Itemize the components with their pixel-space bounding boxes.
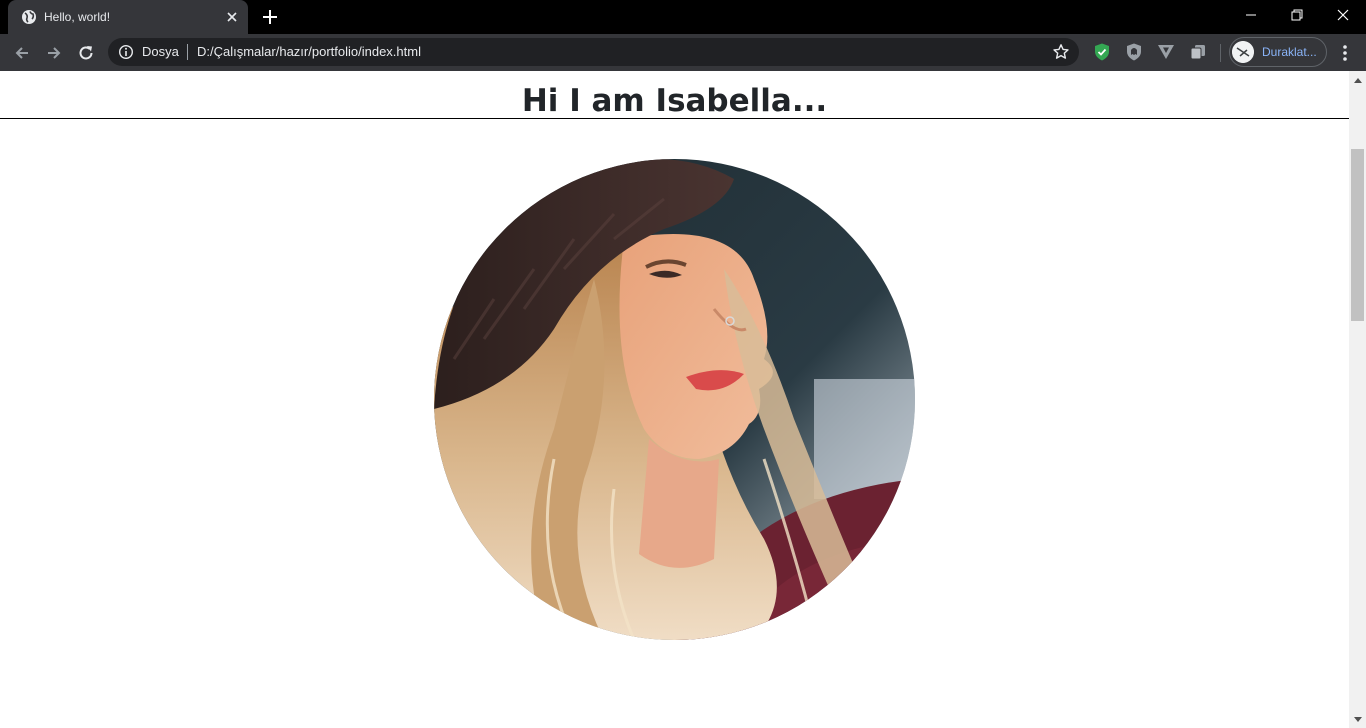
minimize-icon	[1246, 14, 1256, 16]
star-icon[interactable]	[1052, 43, 1070, 61]
scroll-down-button[interactable]	[1349, 711, 1366, 728]
avatar-icon	[1232, 41, 1254, 63]
shield-extension-icon[interactable]	[1092, 42, 1112, 62]
scroll-thumb[interactable]	[1351, 149, 1364, 321]
back-arrow-icon	[15, 47, 28, 59]
plus-icon[interactable]	[260, 7, 280, 27]
url-text[interactable]: D:/Çalışmalar/hazır/portfolio/index.html	[197, 44, 421, 60]
forward-button[interactable]	[42, 41, 66, 65]
restore-icon	[1291, 9, 1303, 21]
minimize-button[interactable]	[1228, 0, 1274, 30]
toolbar-divider	[1220, 44, 1221, 62]
heading-divider	[0, 118, 1349, 119]
site-info-label[interactable]: Dosya	[142, 44, 179, 60]
close-icon	[1337, 9, 1349, 21]
profile-label: Duraklat...	[1262, 45, 1317, 59]
page-heading: Hi I am Isabella...	[521, 83, 828, 119]
active-tab[interactable]: Hello, world!	[8, 0, 248, 34]
vertical-scrollbar[interactable]	[1349, 71, 1366, 728]
kebab-menu-icon[interactable]	[1335, 42, 1355, 64]
scroll-down-arrow-icon	[1353, 716, 1362, 722]
close-icon[interactable]	[224, 9, 240, 25]
globe-icon	[22, 10, 36, 24]
tab-title: Hello, world!	[44, 10, 111, 24]
close-window-button[interactable]	[1320, 0, 1366, 30]
forward-arrow-icon	[48, 47, 61, 59]
scroll-up-arrow-icon	[1353, 77, 1362, 83]
page-viewport: Hi I am Isabella...	[0, 71, 1366, 728]
chip-divider	[187, 44, 188, 60]
scroll-up-button[interactable]	[1349, 71, 1366, 88]
v-extension-icon[interactable]	[1156, 42, 1176, 62]
browser-toolbar: Dosya D:/Çalışmalar/hazır/portfolio/inde…	[0, 34, 1366, 71]
back-button[interactable]	[10, 41, 34, 65]
info-icon[interactable]	[118, 44, 134, 60]
reload-button[interactable]	[74, 41, 98, 65]
profile-button[interactable]: Duraklat...	[1229, 37, 1327, 67]
reload-icon	[79, 46, 93, 60]
address-bar[interactable]: Dosya D:/Çalışmalar/hazır/portfolio/inde…	[108, 38, 1079, 66]
tab-strip: Hello, world!	[0, 0, 1366, 34]
restore-button[interactable]	[1274, 0, 1320, 30]
copy-extension-icon[interactable]	[1188, 42, 1208, 62]
profile-photo	[434, 159, 915, 640]
ghost-shield-extension-icon[interactable]	[1124, 42, 1144, 62]
